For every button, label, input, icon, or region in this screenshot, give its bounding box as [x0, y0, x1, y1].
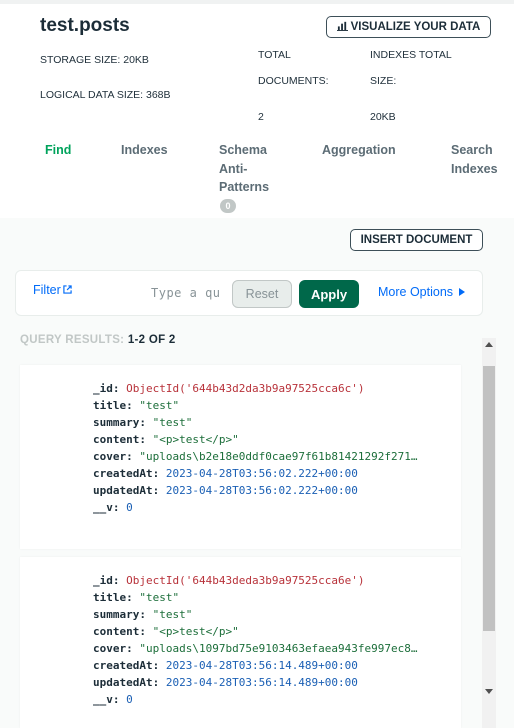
logical-data-size: LOGICAL DATA SIZE: 368B	[40, 89, 171, 101]
visualize-data-button[interactable]: VISUALIZE YOUR DATA	[326, 16, 491, 38]
query-bar: Filter Type a qu Reset Apply More Option…	[15, 270, 483, 316]
document-card[interactable]: _id: ObjectId('644b43d2da3b9a97525cca6c'…	[20, 365, 461, 549]
storage-size: STORAGE SIZE: 20KB	[40, 54, 149, 66]
filter-label: Filter	[33, 283, 61, 297]
field-summary: summary: "test"	[93, 608, 193, 621]
scroll-up-arrow-icon[interactable]	[485, 342, 493, 347]
total-documents-value: 2	[258, 111, 264, 123]
field-content: content: "<p>test</p>"	[93, 625, 239, 638]
insert-document-button[interactable]: INSERT DOCUMENT	[350, 229, 483, 251]
scroll-down-arrow-icon[interactable]	[485, 689, 493, 694]
document-card[interactable]: _id: ObjectId('644b43deda3b9a97525cca6e'…	[20, 557, 461, 728]
query-results-summary: QUERY RESULTS: 1-2 OF 2	[20, 334, 176, 346]
indexes-total-size-label: INDEXES TOTAL	[370, 49, 452, 61]
field-cover: cover: "uploads\1097bd75e9103463efaea943…	[93, 642, 418, 655]
caret-right-icon	[459, 285, 466, 299]
results-scrollbar-thumb[interactable]	[483, 366, 495, 631]
field-cover: cover: "uploads\b2e18e0ddf0cae97f61b8142…	[93, 450, 418, 463]
field-summary: summary: "test"	[93, 416, 193, 429]
field-version: __v: 0	[93, 693, 133, 706]
reset-button[interactable]: Reset	[232, 280, 292, 308]
tab-aggregation[interactable]: Aggregation	[322, 141, 396, 160]
tab-search-indexes[interactable]: Search Indexes	[451, 141, 498, 178]
query-results-range: 1-2 OF 2	[127, 334, 176, 346]
field-content: content: "<p>test</p>"	[93, 433, 239, 446]
external-link-icon	[63, 283, 72, 297]
find-panel: INSERT DOCUMENT Filter Type a qu Reset A…	[0, 218, 514, 728]
field-title: title: "test"	[93, 591, 180, 604]
filter-query-input[interactable]: Type a qu	[151, 286, 221, 300]
tab-indexes[interactable]: Indexes	[121, 141, 168, 160]
bar-chart-icon	[336, 20, 348, 34]
field-title: title: "test"	[93, 399, 180, 412]
visualize-data-label: VISUALIZE YOUR DATA	[350, 21, 481, 33]
field-id: _id: ObjectId('644b43d2da3b9a97525cca6c'…	[93, 382, 365, 395]
field-created-at: createdAt: 2023-04-28T03:56:14.489+00:00	[93, 659, 358, 672]
top-divider	[0, 0, 514, 4]
total-documents-label: TOTAL	[258, 49, 291, 61]
tab-schema-anti-patterns[interactable]: Schema Anti- Patterns	[219, 141, 269, 197]
total-documents-label-cont: DOCUMENTS:	[258, 75, 329, 87]
anti-patterns-count-badge: 0	[220, 199, 236, 213]
filter-link[interactable]: Filter	[33, 283, 72, 297]
apply-button[interactable]: Apply	[299, 280, 359, 308]
query-results-label: QUERY RESULTS:	[20, 334, 128, 346]
collection-title: test.posts	[40, 15, 130, 36]
field-id: _id: ObjectId('644b43deda3b9a97525cca6e'…	[93, 574, 365, 587]
tab-find[interactable]: Find	[45, 141, 71, 160]
field-version: __v: 0	[93, 501, 133, 514]
more-options-button[interactable]: More Options	[378, 285, 466, 299]
field-updated-at: updatedAt: 2023-04-28T03:56:02.222+00:00	[93, 484, 358, 497]
more-options-label: More Options	[378, 285, 454, 299]
collection-header: test.posts VISUALIZE YOUR DATA STORAGE S…	[0, 0, 514, 218]
indexes-total-size-value: 20KB	[370, 111, 396, 123]
indexes-total-size-label-cont: SIZE:	[370, 75, 397, 87]
field-updated-at: updatedAt: 2023-04-28T03:56:14.489+00:00	[93, 676, 358, 689]
field-created-at: createdAt: 2023-04-28T03:56:02.222+00:00	[93, 467, 358, 480]
